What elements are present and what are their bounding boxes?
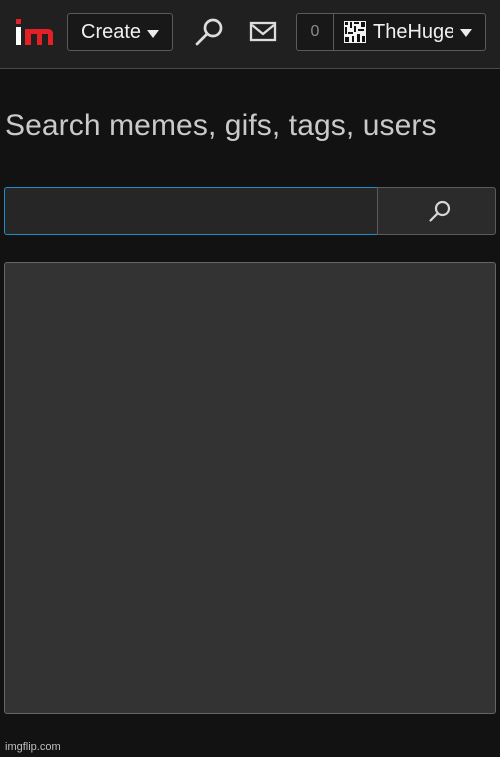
create-label: Create [81, 21, 142, 43]
search-results-panel [4, 262, 496, 714]
chevron-down-icon [460, 29, 472, 37]
imgflip-logo[interactable] [14, 19, 54, 49]
chevron-down-icon [147, 30, 159, 38]
notifications-and-user-group: 0 TheHuge [296, 13, 486, 51]
create-menu-button[interactable]: Create [67, 13, 173, 51]
search-submit-button[interactable] [377, 187, 496, 235]
search-form [4, 187, 496, 235]
mail-icon[interactable] [248, 20, 278, 44]
avatar-pattern-icon [344, 21, 366, 43]
username-label: TheHuge [373, 21, 453, 43]
imgflip-watermark: imgflip.com [5, 741, 61, 753]
search-icon[interactable] [194, 17, 225, 48]
search-input[interactable] [4, 187, 377, 235]
user-menu-button[interactable]: TheHuge [334, 14, 485, 50]
search-page-title: Search memes, gifs, tags, users [5, 109, 437, 142]
search-icon [429, 200, 451, 222]
notification-count-button[interactable]: 0 [297, 14, 334, 50]
top-navigation-bar: Create 0 TheHuge [0, 0, 500, 69]
